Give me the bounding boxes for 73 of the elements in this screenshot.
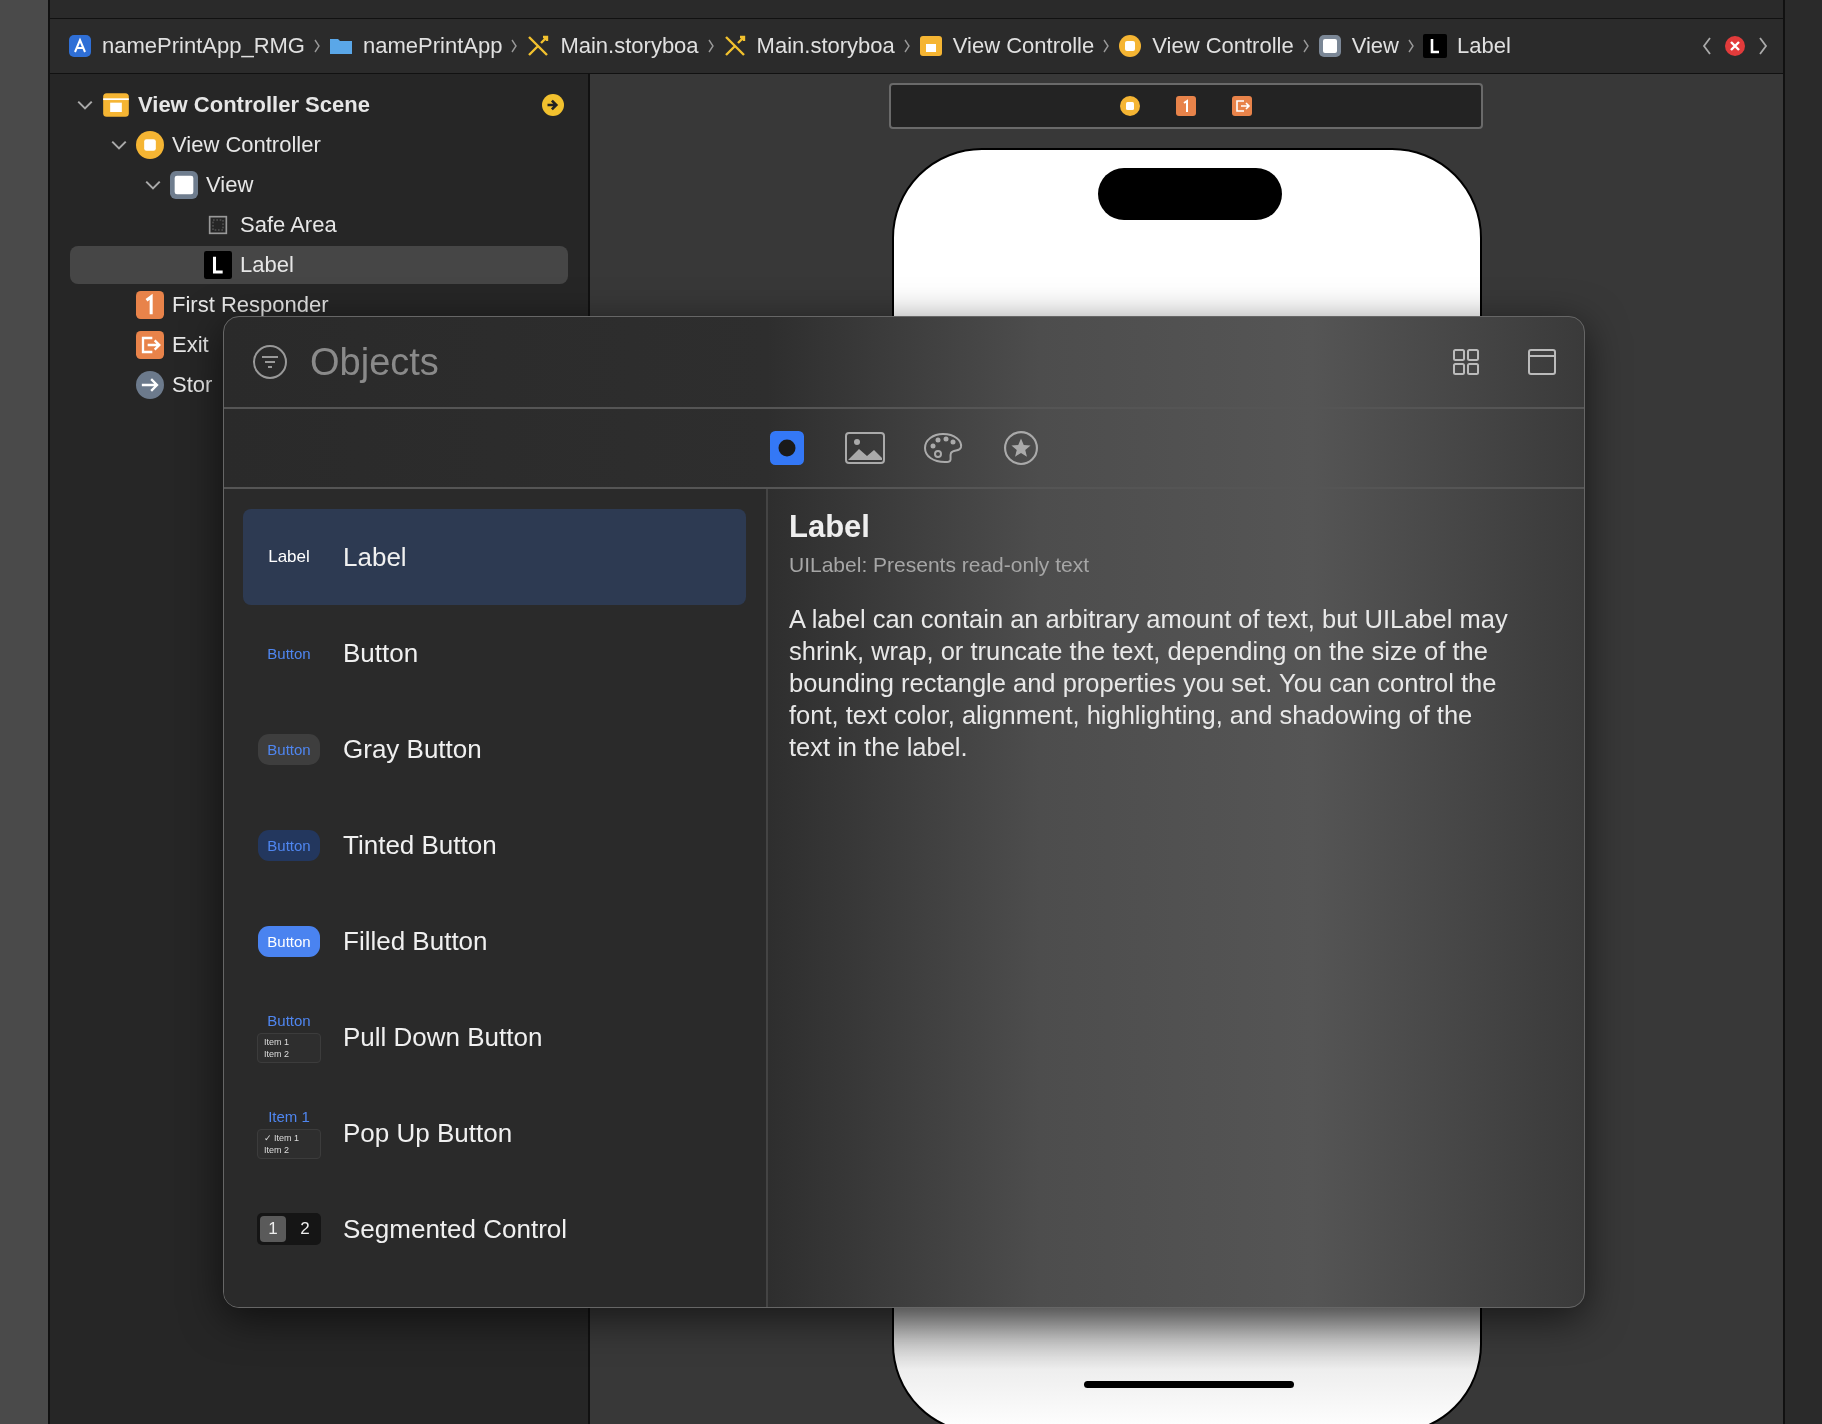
colors-tab[interactable] bbox=[923, 431, 963, 465]
breadcrumb-item[interactable]: Main.storyboa bbox=[526, 33, 699, 59]
breadcrumb-item[interactable]: Label bbox=[1423, 33, 1511, 59]
library-item[interactable]: Button Gray Button bbox=[243, 701, 746, 797]
chevron-icon bbox=[1407, 38, 1415, 54]
scene-icon bbox=[918, 34, 943, 58]
storyboard-icon bbox=[526, 34, 551, 58]
library-item[interactable]: Button Button bbox=[243, 605, 746, 701]
button-preview: Item 1 bbox=[268, 1107, 310, 1125]
filter-icon[interactable] bbox=[252, 344, 288, 380]
breadcrumb-item[interactable]: Main.storyboa bbox=[722, 33, 895, 59]
detail-subtitle: UILabel: Presents read-only text bbox=[789, 553, 1090, 577]
view-controller-icon bbox=[1118, 34, 1143, 58]
segmented-control-preview: 1 2 bbox=[257, 1213, 321, 1245]
chevron-icon bbox=[313, 38, 321, 54]
outline-item[interactable]: Exit bbox=[58, 326, 213, 364]
library-item[interactable]: Button Item 1 Item 2 Pull Down Button bbox=[243, 989, 746, 1085]
menu-preview: Item 1 Item 2 bbox=[257, 1032, 321, 1063]
library-item[interactable]: Item 1 ✓ Item 1 Item 2 Pop Up Button bbox=[243, 1085, 746, 1181]
outline-item[interactable]: View Controller Scene bbox=[58, 86, 568, 124]
first-responder-icon bbox=[136, 291, 164, 319]
outline-item[interactable]: View Controller bbox=[58, 126, 325, 164]
pill-button-preview: Button bbox=[258, 733, 320, 765]
chevron-icon bbox=[706, 38, 715, 54]
chevron-icon bbox=[1102, 38, 1111, 54]
breadcrumb-item[interactable]: View Controlle bbox=[1118, 33, 1294, 59]
label-preview: Label bbox=[268, 547, 310, 567]
detail-title: Label bbox=[789, 509, 871, 545]
menu-preview: ✓ Item 1 Item 2 bbox=[257, 1128, 321, 1159]
outline-item[interactable]: Stor bbox=[58, 366, 217, 404]
images-tab[interactable] bbox=[845, 431, 885, 465]
filled-button-preview: Button bbox=[258, 925, 320, 957]
exit-icon[interactable] bbox=[1232, 96, 1252, 116]
objects-tab[interactable] bbox=[767, 431, 807, 465]
first-responder-icon[interactable] bbox=[1176, 96, 1196, 116]
chevron-icon bbox=[1301, 38, 1310, 54]
tinted-button-preview: Button bbox=[258, 829, 320, 861]
safe-area-icon bbox=[208, 215, 228, 235]
outline-item[interactable]: Safe Area bbox=[58, 206, 341, 244]
exit-icon bbox=[136, 331, 164, 359]
library-item[interactable]: Button Filled Button bbox=[243, 893, 746, 989]
button-preview: Button bbox=[267, 644, 311, 662]
grid-view-icon[interactable] bbox=[1452, 348, 1480, 376]
favorites-tab[interactable] bbox=[1001, 431, 1041, 465]
forward-icon[interactable] bbox=[1757, 36, 1769, 56]
breadcrumb-item[interactable]: View bbox=[1317, 33, 1399, 59]
label-icon bbox=[1423, 34, 1447, 58]
outline-item[interactable]: Label bbox=[70, 246, 568, 284]
outline-item[interactable]: First Responder bbox=[58, 286, 333, 324]
library-item[interactable]: 1 2 Segmented Control bbox=[243, 1181, 746, 1277]
storyboard-icon bbox=[722, 34, 747, 58]
search-field[interactable]: Objects bbox=[308, 339, 1404, 385]
app-icon bbox=[68, 34, 92, 58]
outline-item[interactable]: View bbox=[58, 166, 258, 204]
view-controller-icon[interactable] bbox=[1120, 96, 1140, 116]
arrow-badge-icon[interactable] bbox=[542, 94, 564, 116]
breadcrumb-item[interactable]: namePrintApp bbox=[329, 33, 503, 59]
view-icon bbox=[170, 171, 198, 199]
view-controller-icon bbox=[136, 131, 164, 159]
back-icon[interactable] bbox=[1701, 36, 1713, 56]
label-icon bbox=[204, 251, 232, 279]
detail-description: A label can contain an arbitrary amount of text, but UILabel may shrink, wrap, or truncate the text, depending on the size of the bounding rectangle and properties you set. You can control the font, text color, alignment, highlighting, and shadowing of the text in the label. bbox=[789, 604, 1509, 763]
error-icon[interactable] bbox=[1725, 36, 1745, 56]
scene-icon bbox=[102, 91, 130, 119]
view-icon bbox=[1317, 34, 1342, 58]
chevron-icon bbox=[510, 38, 519, 54]
breadcrumb-item[interactable]: namePrintApp_RMG bbox=[68, 33, 305, 59]
library-item[interactable]: Button Tinted Button bbox=[243, 797, 746, 893]
chevron-icon bbox=[902, 38, 911, 54]
button-preview: Button bbox=[267, 1011, 311, 1029]
breadcrumb-item[interactable]: View Controlle bbox=[918, 33, 1095, 59]
library-item[interactable]: Label Label bbox=[243, 509, 746, 605]
window-icon[interactable] bbox=[1528, 348, 1556, 376]
